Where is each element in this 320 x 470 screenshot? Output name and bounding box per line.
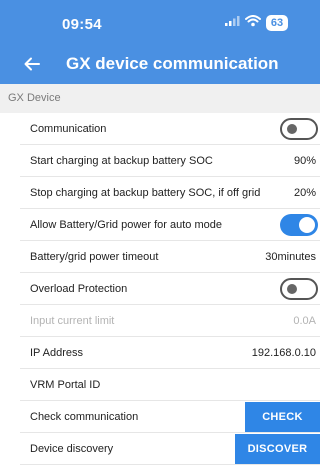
start-charging-value: 90% bbox=[293, 154, 316, 167]
stop-charging-row[interactable]: Stop charging at backup battery SOC, if … bbox=[20, 177, 320, 209]
communication-label: Communication bbox=[30, 122, 107, 135]
ip-address-label: IP Address bbox=[30, 346, 83, 359]
vrm-portal-label: VRM Portal ID bbox=[30, 378, 101, 391]
input-limit-label: Input current limit bbox=[30, 314, 115, 327]
section-header: GX Device bbox=[0, 84, 320, 113]
signal-icon bbox=[224, 14, 240, 32]
wifi-icon bbox=[245, 14, 261, 32]
battery-icon: 63 bbox=[266, 15, 288, 31]
timeout-row[interactable]: Battery/grid power timeout 30minutes bbox=[20, 241, 320, 273]
device-discovery-row: Device discovery DISCOVER bbox=[20, 433, 320, 465]
overload-label: Overload Protection bbox=[30, 282, 128, 295]
stop-charging-label: Stop charging at backup battery SOC, if … bbox=[30, 186, 261, 199]
app-bar: GX device communication bbox=[0, 44, 320, 84]
stop-charging-value: 20% bbox=[293, 186, 316, 199]
timeout-value: 30minutes bbox=[265, 250, 316, 263]
settings-list: Communication Start charging at backup b… bbox=[0, 113, 320, 465]
check-button[interactable]: CHECK bbox=[245, 402, 320, 432]
communication-row: Communication bbox=[20, 113, 320, 145]
communication-toggle[interactable] bbox=[280, 117, 318, 140]
timeout-label: Battery/grid power timeout bbox=[30, 250, 159, 263]
status-time: 09:54 bbox=[62, 16, 102, 33]
overload-toggle[interactable] bbox=[280, 277, 318, 300]
allow-power-row: Allow Battery/Grid power for auto mode bbox=[20, 209, 320, 241]
arrow-left-icon[interactable] bbox=[20, 52, 44, 76]
overload-row: Overload Protection bbox=[20, 273, 320, 305]
ip-address-value: 192.168.0.10 bbox=[251, 346, 316, 359]
page-title: GX device communication bbox=[66, 54, 279, 73]
toggle-knob bbox=[287, 283, 297, 294]
start-charging-label: Start charging at backup battery SOC bbox=[30, 154, 213, 167]
input-limit-value: 0.0A bbox=[293, 314, 316, 327]
ip-address-row: IP Address 192.168.0.10 bbox=[20, 337, 320, 369]
toggle-knob bbox=[287, 123, 297, 134]
toggle-knob bbox=[299, 216, 315, 233]
vrm-portal-row: VRM Portal ID bbox=[20, 369, 320, 401]
allow-power-toggle[interactable] bbox=[280, 213, 318, 236]
discover-button[interactable]: DISCOVER bbox=[235, 434, 320, 464]
allow-power-label: Allow Battery/Grid power for auto mode bbox=[30, 218, 222, 231]
status-icons: 63 bbox=[224, 14, 288, 32]
check-communication-row: Check communication CHECK bbox=[20, 401, 320, 433]
input-limit-row: Input current limit 0.0A bbox=[20, 305, 320, 337]
start-charging-row[interactable]: Start charging at backup battery SOC 90% bbox=[20, 145, 320, 177]
status-bar: 09:54 63 bbox=[0, 0, 320, 44]
